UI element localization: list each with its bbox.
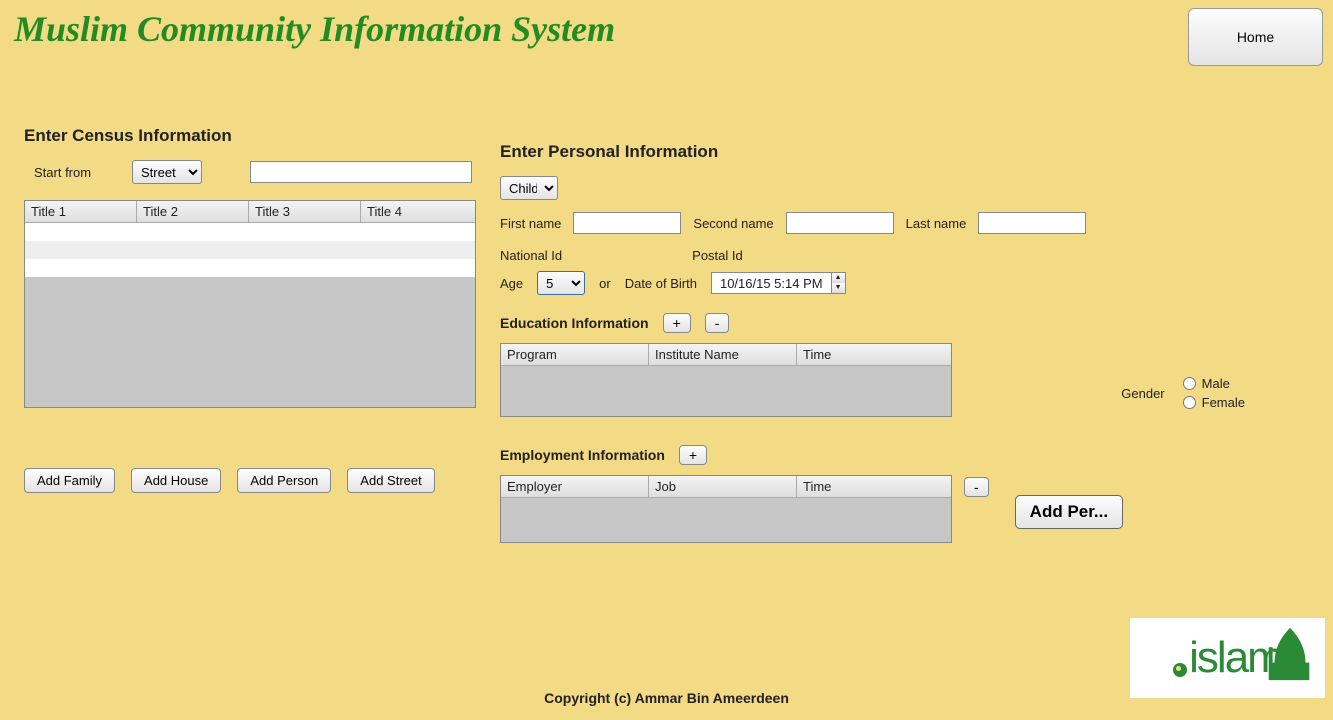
age-select[interactable]: 5	[537, 271, 585, 295]
start-from-input[interactable]	[250, 161, 472, 183]
education-remove-button[interactable]: -	[705, 313, 730, 333]
second-name-input[interactable]	[786, 212, 894, 234]
employment-col-2: Job	[649, 476, 797, 497]
census-table-header: Title 1 Title 2 Title 3 Title 4	[25, 201, 475, 223]
last-name-input[interactable]	[978, 212, 1086, 234]
dob-value: 10/16/15 5:14 PM	[712, 276, 831, 291]
second-name-label: Second name	[693, 216, 773, 231]
census-col-2: Title 2	[137, 201, 249, 222]
employment-heading: Employment Information	[500, 447, 665, 463]
employment-table[interactable]: Employer Job Time	[500, 475, 952, 543]
census-col-4: Title 4	[361, 201, 475, 222]
census-heading: Enter Census Information	[24, 126, 480, 146]
gender-label: Gender	[1121, 386, 1164, 401]
dob-down-icon[interactable]: ▼	[832, 283, 845, 293]
employment-col-3: Time	[797, 476, 951, 497]
dob-up-icon[interactable]: ▲	[832, 273, 845, 283]
education-table-header: Program Institute Name Time	[501, 344, 951, 366]
add-per-button[interactable]: Add Per...	[1015, 495, 1123, 529]
app-title: Muslim Community Information System	[14, 8, 615, 50]
start-from-label: Start from	[34, 165, 124, 180]
or-label: or	[599, 276, 611, 291]
last-name-label: Last name	[906, 216, 967, 231]
education-col-1: Program	[501, 344, 649, 365]
gender-male-option[interactable]: Male	[1183, 376, 1245, 391]
education-col-3: Time	[797, 344, 951, 365]
education-add-button[interactable]: +	[663, 313, 691, 333]
education-col-2: Institute Name	[649, 344, 797, 365]
employment-remove-button[interactable]: -	[964, 477, 989, 497]
employment-add-button[interactable]: +	[679, 445, 707, 465]
employment-table-header: Employer Job Time	[501, 476, 951, 498]
national-id-label: National Id	[500, 248, 562, 263]
start-from-select[interactable]: Street	[132, 160, 202, 184]
first-name-input[interactable]	[573, 212, 681, 234]
employment-col-1: Employer	[501, 476, 649, 497]
add-person-button[interactable]: Add Person	[237, 468, 331, 493]
census-table[interactable]: Title 1 Title 2 Title 3 Title 4	[24, 200, 476, 408]
census-table-body	[25, 223, 475, 277]
census-col-3: Title 3	[249, 201, 361, 222]
census-col-1: Title 1	[25, 201, 137, 222]
logo: islam	[1130, 618, 1325, 698]
dob-spinner[interactable]: 10/16/15 5:14 PM ▲▼	[711, 272, 846, 294]
postal-id-label: Postal Id	[692, 248, 743, 263]
add-family-button[interactable]: Add Family	[24, 468, 115, 493]
education-heading: Education Information	[500, 315, 649, 331]
age-label: Age	[500, 276, 523, 291]
gender-female-radio[interactable]	[1183, 396, 1196, 409]
gender-female-option[interactable]: Female	[1183, 395, 1245, 410]
mosque-icon	[1261, 624, 1319, 685]
dob-label: Date of Birth	[625, 276, 697, 291]
gender-male-radio[interactable]	[1183, 377, 1196, 390]
education-table[interactable]: Program Institute Name Time	[500, 343, 952, 417]
add-street-button[interactable]: Add Street	[347, 468, 434, 493]
first-name-label: First name	[500, 216, 561, 231]
person-type-select[interactable]: Child	[500, 176, 558, 200]
personal-heading: Enter Personal Information	[500, 142, 1333, 162]
logo-dot-icon	[1173, 663, 1187, 677]
add-house-button[interactable]: Add House	[131, 468, 221, 493]
home-button[interactable]: Home	[1188, 8, 1323, 66]
